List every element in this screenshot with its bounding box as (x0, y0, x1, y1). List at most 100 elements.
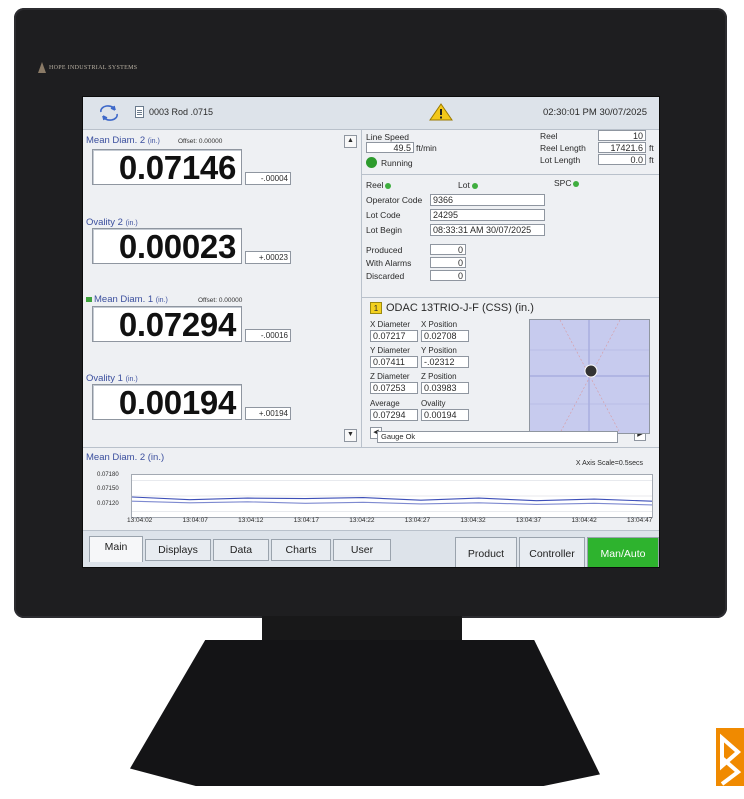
corner-logo-icon (716, 728, 744, 786)
line-speed-unit: ft/min (416, 143, 437, 153)
bottom-nav: Main Displays Data Charts User Product C… (83, 530, 659, 567)
ovality-1-label: Ovality 1 (in.) (86, 373, 138, 384)
average-label: Average (370, 399, 400, 408)
monitor-stand (130, 640, 600, 786)
gauge-number-badge[interactable]: 1 (370, 302, 382, 314)
reel-length-unit: ft (649, 143, 654, 153)
line-speed-label: Line Speed (366, 132, 410, 142)
average-value: 0.07294 (370, 409, 418, 421)
y-position-label: Y Position (421, 346, 457, 355)
mean-diam-1-offset: Offset: 0.00000 (198, 297, 243, 304)
scroll-up-button[interactable]: ▲ (344, 135, 357, 148)
ovality-2-deviation: +.00023 (245, 251, 291, 264)
man-auto-button[interactable]: Man/Auto (587, 537, 659, 567)
x-tick-label: 13:04:42 (571, 517, 597, 524)
x-tick-label: 13:04:32 (460, 517, 486, 524)
ovality-1-value: 0.00194 (92, 384, 242, 421)
tab-displays[interactable]: Displays (145, 539, 211, 561)
ovality-2-value: 0.00023 (92, 228, 242, 265)
operator-code-label: Operator Code (366, 195, 423, 205)
reel-led: Reel (366, 180, 392, 190)
warning-icon[interactable] (428, 102, 454, 122)
mean-diam-2-deviation: -.00004 (245, 172, 291, 185)
mean-diam-1-value: 0.07294 (92, 306, 242, 343)
lot-length-unit: ft (649, 155, 654, 165)
y-tick: 0.07150 (97, 486, 119, 492)
trend-scale: X Axis Scale=0.5secs (575, 460, 643, 467)
mean-diam-2-offset: Offset: 0.00000 (178, 138, 223, 145)
x-tick-label: 13:04:07 (182, 517, 208, 524)
x-tick-label: 13:04:47 (627, 517, 653, 524)
ovality-value: 0.00194 (421, 409, 469, 421)
trend-series-line-1 (132, 496, 652, 502)
gauge-status: Gauge Ok (377, 431, 618, 443)
discarded-label: Discarded (366, 271, 405, 281)
y-diameter-value: 0.07411 (370, 356, 418, 368)
z-position-label: Z Position (421, 372, 457, 381)
trend-chart: Mean Diam. 2 (in.) X Axis Scale=0.5secs … (83, 447, 659, 532)
x-diameter-label: X Diameter (370, 320, 411, 329)
z-diameter-label: Z Diameter (370, 372, 410, 381)
position-plot (529, 319, 650, 434)
product-file-icon[interactable] (135, 106, 144, 118)
x-diameter-value: 0.07217 (370, 330, 418, 342)
product-button[interactable]: Product (455, 537, 517, 567)
x-tick-label: 13:04:37 (515, 517, 542, 524)
trend-title: Mean Diam. 2 (in.) (86, 452, 165, 463)
z-diameter-value: 0.07253 (370, 382, 418, 394)
reel-value: 10 (598, 130, 646, 141)
reel-status-led-icon (385, 182, 392, 189)
lot-length-value: 0.0 (598, 154, 646, 165)
tab-user[interactable]: User (333, 539, 391, 561)
refresh-icon[interactable] (97, 103, 121, 123)
tab-main[interactable]: Main (89, 536, 143, 562)
running-status: Running (381, 158, 413, 168)
ovality-2-label: Ovality 2 (in.) (86, 217, 138, 228)
controller-button[interactable]: Controller (519, 537, 585, 567)
product-name[interactable]: 0003 Rod .0715 (149, 107, 213, 117)
y-tick: 0.07180 (97, 472, 119, 478)
line-speed-value: 49.5 (366, 142, 414, 153)
lot-begin-field: 08:33:31 AM 30/07/2025 (430, 224, 545, 236)
x-tick-label: 13:04:12 (238, 517, 264, 524)
mean-diam-2-value: 0.07146 (92, 149, 242, 186)
y-tick: 0.07120 (97, 501, 119, 507)
lot-code-label: Lot Code (366, 210, 401, 220)
mean-diam-2-label: Mean Diam. 2 (in.) (86, 135, 160, 146)
tab-data[interactable]: Data (213, 539, 269, 561)
selected-indicator-icon (86, 296, 92, 302)
brand-logo-icon (38, 62, 46, 73)
trend-plot-area (131, 474, 653, 518)
with-alarms-label: With Alarms (366, 258, 412, 268)
x-position-value: 0.02708 (421, 330, 469, 342)
brand-label: HOPE INDUSTRIAL SYSTEMS (38, 62, 137, 73)
y-diameter-label: Y Diameter (370, 346, 410, 355)
running-icon (366, 157, 377, 168)
operator-code-field[interactable]: 9366 (430, 194, 545, 206)
x-tick-label: 13:04:17 (293, 517, 319, 524)
lot-led: Lot (458, 180, 478, 190)
reel-length-label: Reel Length (540, 143, 586, 153)
lot-begin-label: Lot Begin (366, 225, 402, 235)
mean-diam-1-deviation: -.00016 (245, 329, 291, 342)
discarded-value: 0 (430, 270, 466, 281)
diameter-readouts: Mean Diam. 2 (in.) Offset: 0.00000 0.071… (83, 129, 359, 447)
lot-code-field[interactable]: 24295 (430, 209, 545, 221)
reel-label: Reel (540, 131, 558, 141)
tab-charts[interactable]: Charts (271, 539, 331, 561)
spc-led: SPC (554, 178, 580, 188)
with-alarms-value: 0 (430, 257, 466, 268)
y-position-value: -.02312 (421, 356, 469, 368)
lot-section: Reel Lot SPC Operator Code 9366 Lot Code… (362, 174, 659, 298)
line-status-section: Line Speed 49.5 ft/min Running Reel 10 R… (362, 129, 659, 175)
x-position-label: X Position (421, 320, 458, 329)
hmi-screen: 0003 Rod .0715 02:30:01 PM 30/07/2025 Me… (82, 96, 660, 568)
scroll-down-button[interactable]: ▼ (344, 429, 357, 442)
clock-readout: 02:30:01 PM 30/07/2025 (542, 107, 647, 118)
ovality-1-deviation: +.00194 (245, 407, 291, 420)
mean-diam-1-label: Mean Diam. 1 (in.) (86, 294, 168, 305)
gauge-title: ODAC 13TRIO-J-F (CSS) (in.) (386, 302, 534, 314)
x-tick-label: 13:04:22 (349, 517, 375, 524)
x-tick-label: 13:04:27 (404, 517, 431, 524)
rod-position-marker (584, 364, 598, 378)
